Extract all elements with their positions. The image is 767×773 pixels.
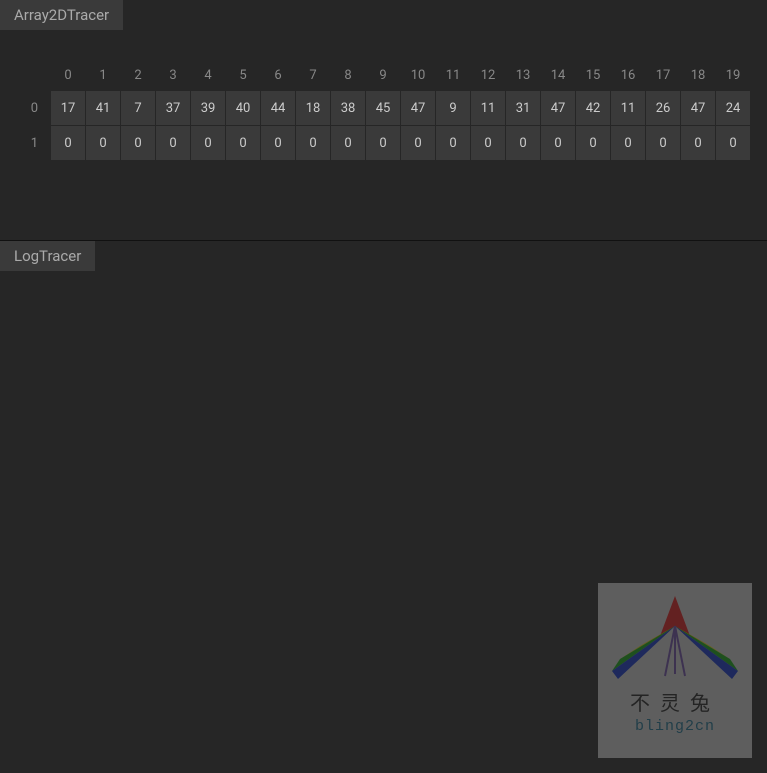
column-header: 3 — [156, 60, 190, 90]
array-grid: 0123456789101112131415161718190174173739… — [10, 60, 757, 160]
watermark-text-cn: 不灵兔 — [630, 687, 720, 716]
column-header: 11 — [436, 60, 470, 90]
column-header: 1 — [86, 60, 120, 90]
grid-cell[interactable]: 11 — [611, 91, 645, 125]
grid-cell[interactable]: 0 — [471, 126, 505, 160]
table-row: 100000000000000000000 — [10, 126, 757, 160]
column-header: 17 — [646, 60, 680, 90]
grid-cell[interactable]: 47 — [681, 91, 715, 125]
row-label: 1 — [10, 136, 50, 151]
grid-cell[interactable]: 0 — [436, 126, 470, 160]
row-label: 0 — [10, 101, 50, 116]
grid-cell[interactable]: 38 — [331, 91, 365, 125]
grid-cell[interactable]: 41 — [86, 91, 120, 125]
grid-cell[interactable]: 0 — [506, 126, 540, 160]
column-header: 6 — [261, 60, 295, 90]
grid-cell[interactable]: 0 — [716, 126, 750, 160]
column-header: 9 — [366, 60, 400, 90]
grid-cell[interactable]: 47 — [401, 91, 435, 125]
grid-cell[interactable]: 40 — [226, 91, 260, 125]
column-header: 15 — [576, 60, 610, 90]
grid-cell[interactable]: 0 — [121, 126, 155, 160]
watermark: 不灵兔 bling2cn — [598, 583, 752, 758]
grid-cell[interactable]: 0 — [191, 126, 225, 160]
column-header: 16 — [611, 60, 645, 90]
column-header-row: 012345678910111213141516171819 — [10, 60, 757, 90]
column-header: 2 — [121, 60, 155, 90]
grid-cell[interactable]: 9 — [436, 91, 470, 125]
column-header: 7 — [296, 60, 330, 90]
grid-cell[interactable]: 26 — [646, 91, 680, 125]
grid-cell[interactable]: 39 — [191, 91, 225, 125]
kite-icon — [610, 591, 740, 681]
grid-cell[interactable]: 31 — [506, 91, 540, 125]
grid-cell[interactable]: 0 — [156, 126, 190, 160]
table-row: 017417373940441838454791131474211264724 — [10, 91, 757, 125]
column-header: 10 — [401, 60, 435, 90]
grid-cell[interactable]: 0 — [331, 126, 365, 160]
grid-cell[interactable]: 18 — [296, 91, 330, 125]
column-header: 13 — [506, 60, 540, 90]
grid-cell[interactable]: 17 — [51, 91, 85, 125]
grid-cell[interactable]: 24 — [716, 91, 750, 125]
log-panel-title: LogTracer — [0, 241, 95, 271]
array-panel-title: Array2DTracer — [0, 0, 123, 30]
grid-cell[interactable]: 0 — [226, 126, 260, 160]
column-header: 12 — [471, 60, 505, 90]
grid-cell[interactable]: 0 — [261, 126, 295, 160]
column-header: 0 — [51, 60, 85, 90]
grid-cell[interactable]: 0 — [296, 126, 330, 160]
grid-cell[interactable]: 37 — [156, 91, 190, 125]
grid-cell[interactable]: 45 — [366, 91, 400, 125]
column-header: 8 — [331, 60, 365, 90]
column-header: 19 — [716, 60, 750, 90]
column-header: 18 — [681, 60, 715, 90]
grid-cell[interactable]: 0 — [541, 126, 575, 160]
grid-cell[interactable]: 47 — [541, 91, 575, 125]
grid-cell[interactable]: 0 — [366, 126, 400, 160]
log-tracer-panel: LogTracer 不灵兔 bling2cn — [0, 241, 767, 773]
watermark-text-en: bling2cn — [635, 718, 715, 735]
column-header: 14 — [541, 60, 575, 90]
grid-cell[interactable]: 42 — [576, 91, 610, 125]
grid-cell[interactable]: 0 — [86, 126, 120, 160]
array-tracer-panel: Array2DTracer 01234567891011121314151617… — [0, 0, 767, 241]
grid-cell[interactable]: 0 — [51, 126, 85, 160]
grid-cell[interactable]: 0 — [681, 126, 715, 160]
grid-cell[interactable]: 0 — [611, 126, 645, 160]
grid-cell[interactable]: 0 — [401, 126, 435, 160]
grid-cell[interactable]: 0 — [646, 126, 680, 160]
grid-cell[interactable]: 44 — [261, 91, 295, 125]
array-grid-container: 0123456789101112131415161718190174173739… — [0, 30, 767, 170]
grid-cell[interactable]: 11 — [471, 91, 505, 125]
grid-cell[interactable]: 0 — [576, 126, 610, 160]
grid-cell[interactable]: 7 — [121, 91, 155, 125]
column-header: 5 — [226, 60, 260, 90]
column-header: 4 — [191, 60, 225, 90]
